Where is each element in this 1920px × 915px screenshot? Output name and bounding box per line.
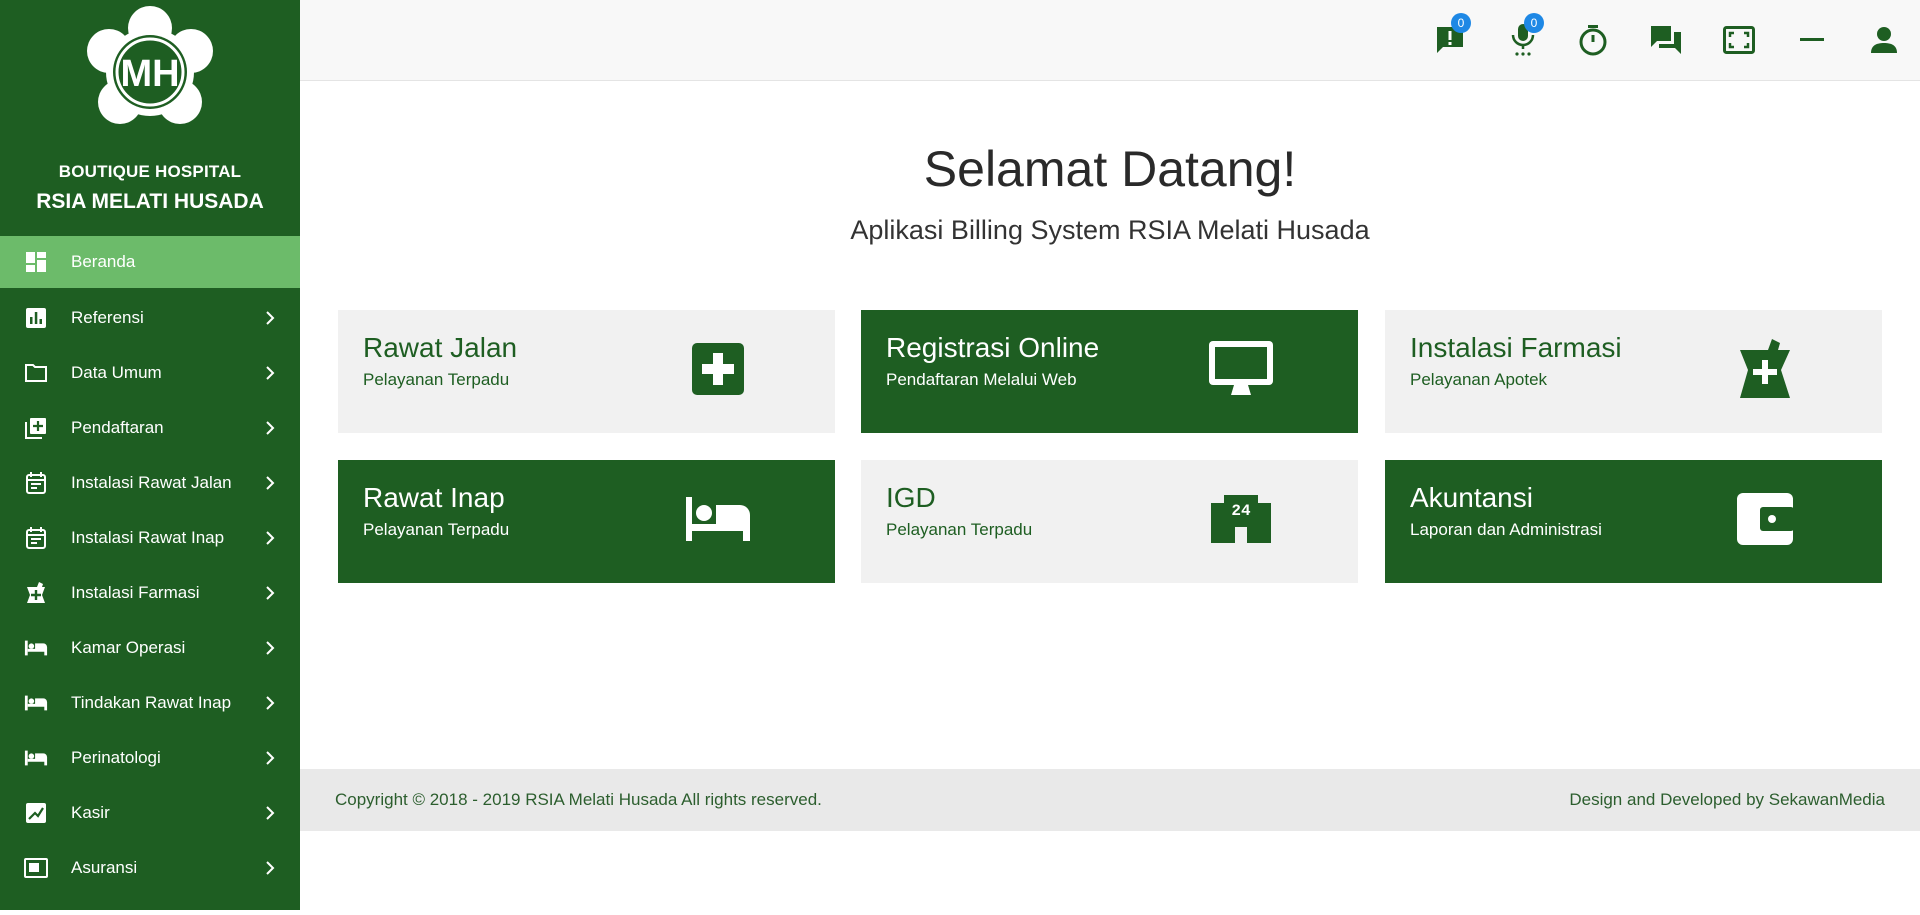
sidebar-item-label: Tindakan Rawat Inap <box>71 692 232 712</box>
brand-subtitle: BOUTIQUE HOSPITAL <box>58 162 242 181</box>
chevron-right-icon <box>266 750 275 765</box>
sidebar-item-label: Pendaftaran <box>71 417 164 437</box>
bed-icon <box>24 746 48 770</box>
sidebar-item-label: Kasir <box>71 802 110 822</box>
sidebar-item-label: Asuransi <box>71 857 138 877</box>
monitor-icon <box>1201 334 1281 404</box>
card-title: Registrasi Online <box>886 332 1100 363</box>
user-icon <box>1871 27 1897 53</box>
bed-icon <box>678 484 758 554</box>
medical-plus-icon <box>678 334 758 404</box>
timer-icon <box>1579 25 1607 56</box>
card-akuntansi[interactable]: Akuntansi Laporan dan Administrasi <box>1385 460 1882 583</box>
add-document-icon <box>24 416 48 440</box>
wallet-icon <box>1725 484 1805 554</box>
chevron-right-icon <box>266 805 275 820</box>
sidebar-item-label: Beranda <box>71 252 136 271</box>
chevron-right-icon <box>266 365 275 380</box>
calendar-icon <box>24 526 48 550</box>
chat-button[interactable] <box>1648 22 1684 58</box>
sidebar-item-kamar-operasi[interactable]: Kamar Operasi <box>0 620 300 675</box>
page-subtitle: Aplikasi Billing System RSIA Melati Husa… <box>850 215 1370 245</box>
notification-button[interactable]: 0 <box>1432 13 1471 58</box>
card-subtitle: Pelayanan Terpadu <box>363 370 510 389</box>
user-button[interactable] <box>1866 22 1902 58</box>
copyright-text: Copyright © 2018 - 2019 RSIA Melati Husa… <box>335 790 822 809</box>
dashboard-icon <box>24 250 48 274</box>
card-title: Akuntansi <box>1410 482 1533 513</box>
chevron-right-icon <box>266 640 275 655</box>
sidebar-item-asuransi[interactable]: Asuransi <box>0 840 300 895</box>
sidebar-nav: Beranda Referensi Data Umum Pendaftaran <box>0 236 300 895</box>
card-instalasi-farmasi[interactable]: Instalasi Farmasi Pelayanan Apotek <box>1385 310 1882 433</box>
topbar: 0 0 <box>300 0 1920 81</box>
sidebar-item-tindakan-rawat-inap[interactable]: Tindakan Rawat Inap <box>0 675 300 730</box>
card-title: IGD <box>886 482 936 513</box>
card-registrasi-online[interactable]: Registrasi Online Pendaftaran Melalui We… <box>861 310 1358 433</box>
cashier-icon <box>24 801 48 825</box>
timer-button[interactable] <box>1575 22 1611 58</box>
footer: Copyright © 2018 - 2019 RSIA Melati Husa… <box>300 769 1920 831</box>
sidebar-item-beranda[interactable]: Beranda <box>0 236 300 288</box>
card-igd[interactable]: IGD Pelayanan Terpadu 24 <box>861 460 1358 583</box>
folder-icon <box>24 361 48 385</box>
card-subtitle: Pendaftaran Melalui Web <box>886 370 1077 389</box>
sidebar-item-label: Perinatologi <box>71 747 161 767</box>
sidebar-item-instalasi-rawat-jalan[interactable]: Instalasi Rawat Jalan <box>0 455 300 510</box>
sidebar-item-label: Kamar Operasi <box>71 637 186 657</box>
sidebar-item-pendaftaran[interactable]: Pendaftaran <box>0 400 300 455</box>
sidebar-item-label: Referensi <box>71 307 144 327</box>
chevron-right-icon <box>266 695 275 710</box>
minimize-icon <box>1800 38 1824 41</box>
card-subtitle: Pelayanan Terpadu <box>886 520 1033 539</box>
card-title: Rawat Jalan <box>363 332 518 363</box>
chevron-right-icon <box>266 475 275 490</box>
sidebar-item-referensi[interactable]: Referensi <box>0 290 300 345</box>
chevron-right-icon <box>266 860 275 875</box>
chevron-right-icon <box>266 530 275 545</box>
sidebar-item-instalasi-farmasi[interactable]: Instalasi Farmasi <box>0 565 300 620</box>
brand-name: RSIA MELATI HUSADA <box>36 190 264 213</box>
developer-credit: Design and Developed by SekawanMedia <box>1569 790 1885 809</box>
card-rawat-jalan[interactable]: Rawat Jalan Pelayanan Terpadu <box>338 310 835 433</box>
voice-badge: 0 <box>1524 13 1544 33</box>
minimize-button[interactable] <box>1794 22 1830 58</box>
sidebar-item-label: Instalasi Rawat Jalan <box>71 472 232 492</box>
card-title: Instalasi Farmasi <box>1410 332 1622 363</box>
fullscreen-button[interactable] <box>1721 22 1757 58</box>
logo-letters: MH <box>120 53 179 95</box>
bed-icon <box>24 636 48 660</box>
fullscreen-icon <box>1723 26 1755 54</box>
voice-button[interactable]: 0 <box>1505 13 1544 58</box>
sidebar-item-instalasi-rawat-inap[interactable]: Instalasi Rawat Inap <box>0 510 300 565</box>
brand: MH BOUTIQUE HOSPITAL RSIA MELATI HUSADA <box>0 0 300 236</box>
chart-icon <box>24 306 48 330</box>
chevron-right-icon <box>266 585 275 600</box>
sidebar-item-label: Instalasi Farmasi <box>71 582 200 602</box>
sidebar-item-data-umum[interactable]: Data Umum <box>0 345 300 400</box>
pharmacy-icon <box>24 581 48 605</box>
card-subtitle: Pelayanan Apotek <box>1410 370 1548 389</box>
sidebar-item-perinatologi[interactable]: Perinatologi <box>0 730 300 785</box>
svg-text:24: 24 <box>1231 502 1251 520</box>
hospital-24-icon: 24 <box>1201 484 1281 554</box>
sidebar-item-kasir[interactable]: Kasir <box>0 785 300 840</box>
card-rawat-inap[interactable]: Rawat Inap Pelayanan Terpadu <box>338 460 835 583</box>
chat-icon <box>1651 26 1681 54</box>
card-icon <box>24 856 48 880</box>
notification-badge: 0 <box>1451 13 1471 33</box>
chevron-right-icon <box>266 310 275 325</box>
hospital-logo: MH <box>87 6 213 124</box>
pharmacy-icon <box>1725 334 1805 404</box>
card-subtitle: Pelayanan Terpadu <box>363 520 510 539</box>
page-title: Selamat Datang! <box>923 141 1297 197</box>
bed-icon <box>24 691 48 715</box>
sidebar-item-label: Instalasi Rawat Inap <box>71 527 225 547</box>
calendar-icon <box>24 471 48 495</box>
card-title: Rawat Inap <box>363 482 505 513</box>
chevron-right-icon <box>266 420 275 435</box>
sidebar-item-label: Data Umum <box>71 362 162 382</box>
card-subtitle: Laporan dan Administrasi <box>1410 520 1602 539</box>
sidebar: MH BOUTIQUE HOSPITAL RSIA MELATI HUSADA … <box>0 0 300 910</box>
